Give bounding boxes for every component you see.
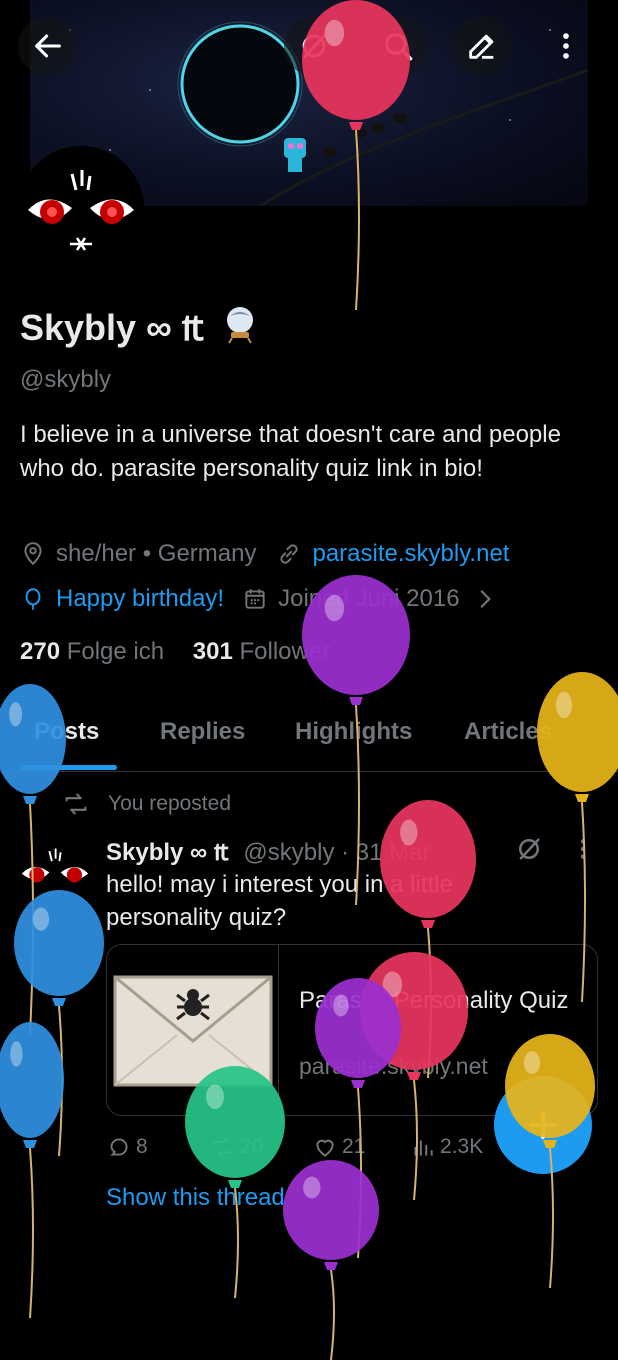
birthday-text[interactable]: Happy birthday! — [56, 585, 224, 613]
profile-meta-row-2: Happy birthday! Joined Juni 2016 — [20, 585, 508, 613]
back-arrow-icon — [35, 34, 61, 58]
balloon-icon — [20, 586, 46, 612]
bio-text: I believe in a universe that doesn't car… — [20, 421, 561, 482]
reply-action[interactable]: 8 — [106, 1134, 148, 1160]
location-icon — [20, 541, 46, 567]
balloon — [185, 1066, 285, 1299]
repost-label: You reposted — [62, 790, 231, 818]
avatar[interactable] — [18, 146, 144, 272]
edit-icon — [469, 34, 494, 59]
website-link[interactable]: parasite.skybly.net — [312, 540, 509, 568]
follow-stats: 270 Folge ich 301 Follower — [20, 638, 330, 666]
pronouns-location: she/her • Germany — [56, 540, 257, 567]
post-author[interactable]: Skybly ∞ ₶ — [106, 839, 229, 866]
user-handle: @skybly — [20, 366, 112, 393]
back-button[interactable] — [18, 16, 78, 76]
balloon — [505, 1034, 595, 1289]
balloon — [537, 672, 618, 1003]
crystal-ball-icon — [227, 307, 254, 344]
display-name: Skybly ∞ ₶ — [20, 302, 260, 351]
chevron-right-icon[interactable] — [472, 586, 498, 612]
edit-button[interactable] — [452, 16, 512, 76]
tab-replies[interactable]: Replies — [160, 718, 245, 746]
balloon — [283, 1160, 379, 1360]
balloon — [0, 1022, 64, 1319]
profile-meta-row-1: she/her • Germany parasite.skybly.net — [20, 540, 509, 568]
link-icon — [276, 541, 302, 567]
more-button[interactable] — [536, 16, 596, 76]
following-stat[interactable]: 270 Folge ich — [20, 638, 164, 665]
retweet-icon — [65, 793, 87, 815]
reply-icon — [110, 1138, 128, 1156]
balloon — [302, 0, 410, 311]
calendar-icon — [242, 586, 268, 612]
more-icon — [563, 33, 569, 59]
